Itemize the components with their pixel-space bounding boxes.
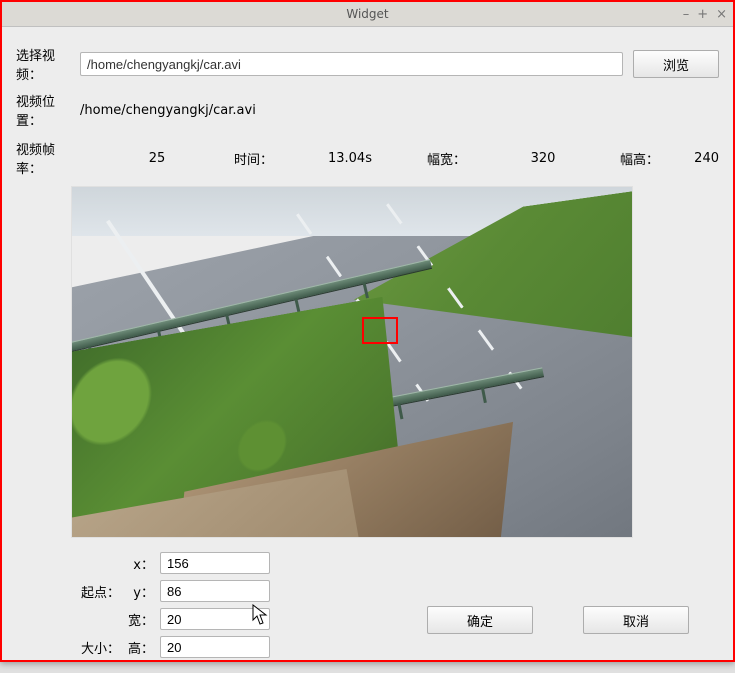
time-label: 时间：: [234, 149, 273, 168]
time-value: 13.04s: [273, 151, 427, 166]
fps-label: 视频帧率：: [16, 139, 80, 177]
h-input[interactable]: [160, 636, 270, 658]
y-input[interactable]: [160, 580, 270, 602]
size-label: 大小：: [56, 638, 126, 657]
client-area: 选择视频： 浏览 视频位置： /home/chengyangkj/car.avi…: [2, 27, 733, 673]
x-input[interactable]: [160, 552, 270, 574]
h-label: 高：: [126, 638, 160, 657]
roi-form: x： 起点： y： 宽： 大小： 高：: [56, 551, 272, 659]
height-label: 幅高：: [620, 149, 659, 168]
video-location-label: 视频位置：: [16, 91, 80, 129]
width-value: 320: [466, 151, 620, 166]
close-button[interactable]: ×: [716, 8, 727, 21]
w-input[interactable]: [160, 608, 270, 630]
width-label: 幅宽：: [427, 149, 466, 168]
video-location-value: /home/chengyangkj/car.avi: [80, 103, 256, 118]
window-title: Widget: [2, 7, 733, 21]
video-info-row: 视频帧率： 25 时间： 13.04s 幅宽： 320 幅高： 240: [16, 139, 719, 177]
app-window: Widget – + × 选择视频： 浏览 视频位置： /home/chengy…: [0, 0, 735, 662]
video-path-input[interactable]: [80, 52, 623, 76]
video-preview[interactable]: [72, 187, 632, 537]
ok-button[interactable]: 确定: [427, 606, 533, 634]
select-video-label: 选择视频：: [16, 45, 80, 83]
maximize-button[interactable]: +: [697, 8, 708, 21]
fps-value: 25: [80, 151, 234, 166]
start-point-label: 起点：: [56, 582, 126, 601]
minimize-button[interactable]: –: [683, 8, 690, 21]
height-value: 240: [659, 151, 719, 166]
y-label: y：: [126, 582, 160, 601]
title-bar[interactable]: Widget – + ×: [2, 2, 733, 27]
browse-button[interactable]: 浏览: [633, 50, 719, 78]
cancel-button[interactable]: 取消: [583, 606, 689, 634]
w-label: 宽：: [126, 610, 160, 629]
x-label: x：: [126, 554, 160, 573]
roi-rectangle[interactable]: [362, 317, 398, 344]
